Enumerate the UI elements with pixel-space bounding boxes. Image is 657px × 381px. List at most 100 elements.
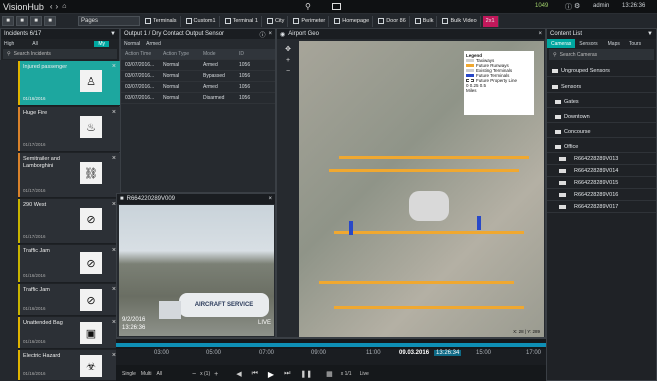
tab-tours[interactable]: Tours <box>626 41 644 47</box>
camera-item[interactable]: R664228289V013 <box>547 153 656 165</box>
step-forward-icon[interactable]: ⏭ <box>284 370 290 378</box>
video-feed[interactable]: AIRCRAFT SERVICE 9/2/2016 13:26:36 LIVE <box>119 205 274 336</box>
page-icon <box>334 18 341 24</box>
timeline-track[interactable] <box>116 343 546 347</box>
table-row[interactable]: 03/07/2016... Normal Armed 1056 <box>121 82 275 93</box>
tab-label: Homepage <box>342 18 370 24</box>
table-row[interactable]: 03/07/2016... Normal Armed 1056 <box>121 60 275 71</box>
all-filter[interactable]: All <box>32 41 38 47</box>
tab-city[interactable]: City <box>264 15 289 27</box>
tab-2x1[interactable]: 2x1 <box>482 15 499 27</box>
output-filter-state[interactable]: Armed <box>146 41 161 47</box>
incident-item[interactable]: Unattended Bag 01/16/2016 ▣ × <box>18 317 120 349</box>
tab-cameras[interactable]: Cameras <box>547 39 576 48</box>
tab-sensors[interactable]: Sensors <box>575 41 601 47</box>
layout-button-2[interactable]: ■ <box>16 16 28 26</box>
live-button[interactable]: Live <box>360 371 369 377</box>
table-row[interactable]: 03/07/2016... Normal Disarmed 1056 <box>121 93 275 104</box>
zoom-in-icon[interactable]: + <box>214 371 218 378</box>
incident-item[interactable]: Semitrailer and Lamborghini 01/17/2016 ⛓ × <box>18 153 120 198</box>
cell: 1056 <box>239 95 251 101</box>
search-cameras-input[interactable]: ⚲ Search Cameras <box>549 49 654 60</box>
camera-item[interactable]: R664228289V015 <box>547 177 656 189</box>
zoom-in-icon[interactable]: + <box>286 57 290 64</box>
map-nav-controls[interactable]: ✥ + − <box>281 45 295 85</box>
layout-button-4[interactable]: ■ <box>44 16 56 26</box>
search-icon[interactable]: ⚲ <box>305 2 311 11</box>
help-icon[interactable]: ⓘ <box>565 2 572 12</box>
close-icon[interactable]: × <box>112 63 116 70</box>
incident-date: 01/16/2016 <box>23 339 46 344</box>
close-icon[interactable]: × <box>112 109 116 116</box>
output-filter-mode[interactable]: Normal <box>124 41 140 47</box>
pan-icon[interactable]: ✥ <box>285 45 291 53</box>
layout-button-1[interactable]: ■ <box>2 16 14 26</box>
cell: Normal <box>163 95 180 101</box>
close-icon[interactable]: × <box>112 155 116 162</box>
incident-item[interactable]: 290 West 01/17/2016 ⊘ × <box>18 199 120 244</box>
map-canvas[interactable]: Legend Taxiways Future Runways Existing … <box>299 41 544 337</box>
search-incidents-input[interactable]: ⚲ Search Incidents <box>3 49 117 59</box>
speed-select[interactable]: x (1) <box>200 371 210 377</box>
priority-filter[interactable]: High <box>4 41 14 47</box>
tab-perimeter[interactable]: Perimeter <box>290 15 330 27</box>
group-concourse[interactable]: Concourse <box>547 126 656 138</box>
incident-item[interactable]: Injured passenger 01/16/2016 ♙ × <box>18 61 120 106</box>
tab-homepage[interactable]: Homepage <box>331 15 374 27</box>
tab-bulk-video[interactable]: Bulk Video <box>439 15 481 27</box>
incident-title: Huge Fire <box>23 110 48 116</box>
layout-button-3[interactable]: ■ <box>30 16 42 26</box>
my-filter[interactable]: My <box>94 40 109 47</box>
camera-item[interactable]: R664228289V016 <box>547 189 656 201</box>
group-office[interactable]: Office <box>547 141 656 153</box>
forward-icon[interactable]: › <box>56 2 59 11</box>
zoom-out-icon[interactable]: − <box>192 371 196 378</box>
tab-bulk[interactable]: Bulk <box>412 15 438 27</box>
info-icon[interactable]: ⓘ <box>259 30 265 39</box>
settings-icon[interactable]: ⚙ <box>574 2 580 10</box>
cell: 03/07/2016... <box>125 84 155 90</box>
mode-multi[interactable]: Multi <box>141 371 152 377</box>
step-back-icon[interactable]: ⏮ <box>252 370 258 378</box>
incident-item[interactable]: Electric Hazard 01/16/2016 ☣ × <box>18 350 120 381</box>
play-icon[interactable]: ▶ <box>268 370 274 379</box>
group-ungrouped-sensors[interactable]: Ungrouped Sensors <box>547 65 656 77</box>
severity-strip <box>0 60 18 381</box>
close-icon[interactable]: × <box>268 31 272 37</box>
page-icon <box>442 18 449 24</box>
incident-item[interactable]: Traffic Jam 01/16/2016 ⊘ × <box>18 284 120 316</box>
camera-item[interactable]: R664228289V014 <box>547 165 656 177</box>
group-gates[interactable]: Gates <box>547 96 656 108</box>
close-icon[interactable]: × <box>268 196 272 202</box>
zoom-out-icon[interactable]: − <box>286 68 290 75</box>
table-row[interactable]: 03/07/2016... Normal Bypassed 1056 <box>121 71 275 82</box>
back-icon[interactable]: ‹ <box>50 2 53 11</box>
monitor-icon[interactable] <box>332 3 341 10</box>
close-icon[interactable]: × <box>538 31 542 37</box>
video-header: ■ R664220289V009 × <box>117 194 275 204</box>
home-icon[interactable]: ⌂ <box>62 3 66 10</box>
biohazard-icon: ☣ <box>80 355 102 377</box>
mode-all[interactable]: All <box>156 371 162 377</box>
filter-icon[interactable]: ▼ <box>110 31 116 37</box>
group-sensors[interactable]: Sensors <box>547 81 656 93</box>
tab-terminals[interactable]: Terminals <box>142 15 181 27</box>
user-name[interactable]: admin <box>593 3 609 9</box>
camera-icon <box>559 192 566 197</box>
incident-item[interactable]: Huge Fire 01/17/2016 ♨ × <box>18 107 120 152</box>
filter-icon[interactable]: ▼ <box>647 31 653 37</box>
tab-terminal-1[interactable]: Terminal 1 <box>222 15 262 27</box>
calendar-icon[interactable]: ▦ <box>326 370 333 378</box>
rewind-icon[interactable]: ◀ <box>236 370 241 378</box>
mode-single[interactable]: Single <box>122 371 136 377</box>
person-icon: ♙ <box>80 70 102 92</box>
tab-door-86[interactable]: Door 86 <box>375 15 410 27</box>
tab-maps[interactable]: Maps <box>602 41 626 47</box>
camera-item[interactable]: R664228289V017 <box>547 201 656 213</box>
group-downtown[interactable]: Downtown <box>547 111 656 123</box>
pages-dropdown[interactable]: Pages <box>78 16 140 26</box>
page-icon <box>185 18 192 24</box>
tab-custom1[interactable]: Custom1 <box>183 15 220 27</box>
pause-icon[interactable]: ❚❚ <box>300 370 312 378</box>
incident-item[interactable]: Traffic Jam 01/16/2016 ⊘ × <box>18 245 120 283</box>
